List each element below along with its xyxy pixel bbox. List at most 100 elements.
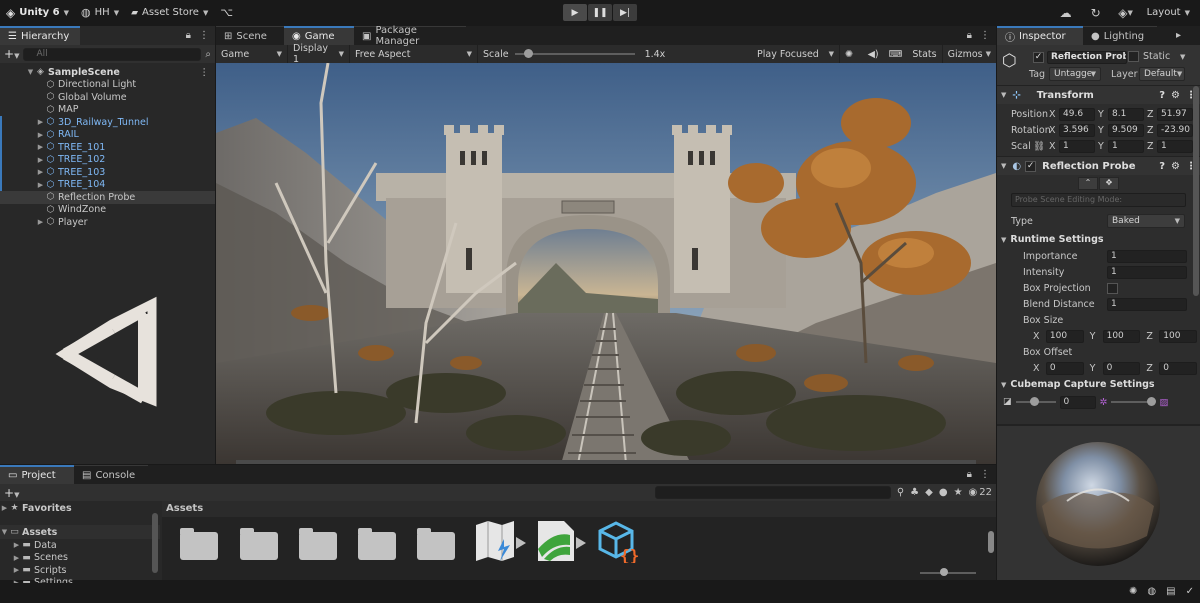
account-button[interactable]: ◍ HH ▼ [75,0,125,25]
position-z-input[interactable]: 51.97 [1157,107,1193,121]
bug-button[interactable]: ✺ [840,45,858,63]
history-button[interactable]: ↻ [1081,0,1111,25]
game-mode-dropdown[interactable]: Game ▼ [216,45,288,63]
component-checkbox[interactable]: ✓ [1025,160,1037,172]
search-filter-icon[interactable]: ⌕ [205,49,211,60]
layout-button[interactable]: Layout ▼ [1141,0,1200,25]
lock-icon[interactable]: 🔒︎ [967,30,972,41]
hierarchy-item[interactable]: ▶ ⬡ Player [0,216,215,229]
display-dropdown[interactable]: Display 1 ▼ [288,43,350,65]
add-button[interactable]: +▼ [4,47,19,61]
step-button[interactable]: ▶| [613,4,637,21]
folder-icon[interactable] [299,527,339,560]
project-folder-row[interactable]: ▶ ▬ Scripts [0,564,160,577]
box-size-z-input[interactable]: 100 [1159,329,1198,343]
version-control-button[interactable]: ⌥ [214,0,239,25]
expand-arrow-icon[interactable]: ▶ [36,143,45,151]
layers-button[interactable]: ◈ ▼ [1111,0,1141,25]
tab-hierarchy[interactable]: ☰ Hierarchy [0,26,80,45]
more-icon[interactable]: ⋮ [980,30,990,41]
hierarchy-item[interactable]: ▶ ⬡ TREE_102 [0,153,215,166]
box-size-y-input[interactable]: 100 [1102,329,1141,343]
expand-arrow-icon[interactable]: ▶ [12,541,21,549]
transform-header[interactable]: ▼ ⊹ Transform ? ⚙ ⋮ [997,85,1200,104]
exposure-slider-thumb[interactable] [1029,397,1039,406]
more-icon[interactable]: ⋮ [980,469,990,480]
folder-icon[interactable] [240,527,280,560]
script-asset-icon[interactable]: {} [594,519,642,563]
gizmos-dropdown[interactable]: Gizmos ▼ [943,45,996,63]
folder-icon[interactable] [358,527,398,560]
tab-inspector[interactable]: ⓘ Inspector [997,26,1083,45]
stats-button[interactable]: Stats [907,45,943,63]
type-dropdown[interactable]: Baked ▼ [1107,214,1185,228]
assets-row[interactable]: ▼ ▭ Assets [0,525,160,539]
edit-origin-button[interactable]: ✥ [1099,177,1119,190]
expand-arrow-icon[interactable]: ▶ [12,566,21,574]
tab-console[interactable]: ▤ Console [74,465,148,484]
pause-button[interactable]: ❚❚ [588,4,612,21]
project-breadcrumb[interactable]: Assets [162,501,996,517]
hierarchy-item[interactable]: ▶ ⬡ TREE_104 [0,178,215,191]
hierarchy-item[interactable]: ▶ ⬡ RAIL [0,128,215,141]
rotation-z-input[interactable]: -23.90 [1157,123,1193,137]
project-folder-row[interactable]: ▶ ▬ Data [0,539,160,552]
search-by-type-icon[interactable]: ⚲ [897,487,904,498]
hierarchy-item[interactable]: ▶ ⬡ 3D_Railway_Tunnel [0,116,215,129]
asset-store-button[interactable]: ▰ Asset Store ▼ [125,0,214,25]
play-focused-dropdown[interactable]: Play Focused ▼ [752,45,840,63]
unity-menu-button[interactable]: ◈ Unity 6 ▼ [0,0,75,25]
scene-more-icon[interactable]: ⋮ [200,67,216,78]
active-checkbox[interactable]: ✓ [1033,52,1044,63]
map-scene-asset-icon[interactable] [474,519,528,563]
color-picker-icon[interactable]: ▨ [1159,397,1168,408]
expand-arrow-icon[interactable]: ▶ [36,131,45,139]
check-circle-icon[interactable]: ✓ [1186,586,1194,597]
expand-arrow-icon[interactable]: ▶ [36,118,45,126]
preset-icon[interactable]: ⚙ [1171,90,1180,101]
audio-button[interactable]: ◀) [863,45,884,63]
more-tabs-button[interactable]: ▸ [1157,26,1200,45]
hierarchy-item[interactable]: ▶ ⬡ TREE_103 [0,166,215,179]
expand-arrow-icon[interactable]: ▶ [12,554,21,562]
render-pipeline-asset-icon[interactable] [534,519,588,563]
more-icon[interactable]: ⋮ [199,30,209,41]
tab-project[interactable]: ▭ Project [0,465,74,484]
hierarchy-item[interactable]: ⬡ MAP [0,104,215,117]
cubemap-settings-header[interactable]: ▼ Cubemap Capture Settings [997,376,1200,393]
inspector-scrollbar[interactable] [1193,86,1199,296]
scale-slider[interactable] [514,48,635,60]
hierarchy-item[interactable]: ⬡ Reflection Probe [0,191,215,204]
box-offset-x-input[interactable]: 0 [1045,361,1084,375]
icon-size-slider[interactable] [920,568,976,577]
play-button[interactable]: ▶ [563,4,587,21]
box-offset-y-input[interactable]: 0 [1102,361,1141,375]
favorites-row[interactable]: ▶ ★ Favorites [0,501,160,515]
info-icon[interactable]: ● [939,487,948,498]
tag-icon[interactable]: ◆ [925,487,933,498]
scale-z-input[interactable]: 1 [1157,139,1193,153]
hierarchy-item[interactable]: ⬡ WindZone [0,204,215,217]
shortcuts-button[interactable]: ⌨ [884,45,908,63]
box-offset-z-input[interactable]: 0 [1159,361,1198,375]
star-icon[interactable]: ★ [954,487,963,498]
grid-scrollbar[interactable] [988,531,994,553]
project-search-input[interactable] [654,486,891,499]
expand-arrow-icon[interactable]: ▶ [36,218,45,226]
tag-dropdown[interactable]: Untagged▼ [1049,67,1101,81]
expand-arrow-icon[interactable]: ▶ [36,156,45,164]
viewport-scrollbar[interactable] [236,460,976,464]
box-size-x-input[interactable]: 100 [1045,329,1084,343]
position-y-input[interactable]: 8.1 [1108,107,1144,121]
bug-icon[interactable]: ✺ [1129,586,1137,597]
scale-x-input[interactable]: 1 [1059,139,1095,153]
intensity-input[interactable]: 1 [1107,265,1187,279]
project-folder-row[interactable]: ▶ ▬ Scenes [0,552,160,565]
tree-scrollbar[interactable] [152,513,158,573]
expand-arrow-icon[interactable]: ▼ [26,68,35,76]
lock-icon[interactable]: 🔒︎ [186,30,191,41]
importance-input[interactable]: 1 [1107,249,1187,263]
icon-size-thumb[interactable] [940,568,948,576]
folder-icon[interactable] [417,527,457,560]
expand-arrow-icon[interactable]: ▶ [36,181,45,189]
